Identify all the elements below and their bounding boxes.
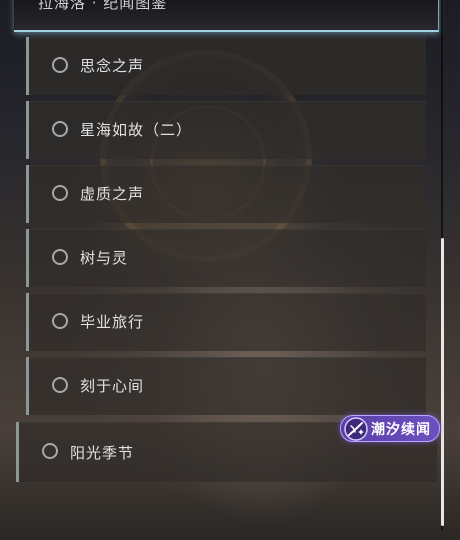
list-item-biye[interactable]: 毕业旅行: [26, 293, 426, 351]
list-item-label: 树与灵: [80, 249, 129, 267]
radio-icon[interactable]: [42, 443, 58, 459]
list-item-sinian[interactable]: 思念之声: [26, 37, 426, 95]
tidal-news-badge[interactable]: 潮汐续闻: [340, 415, 440, 442]
radio-icon[interactable]: [52, 249, 68, 265]
radio-icon[interactable]: [52, 377, 68, 393]
list-item-keyu[interactable]: 刻于心间: [26, 357, 426, 415]
tidal-sparkle-icon: [344, 417, 368, 441]
radio-icon[interactable]: [52, 121, 68, 137]
list-item-label: 思念之声: [80, 57, 145, 75]
radio-icon[interactable]: [52, 313, 68, 329]
chronicle-panel: 拉海洛 · 纪闻图鉴 思念之声 星海如故（二） 虚质之声 树与灵 毕业旅行 刻于…: [0, 0, 460, 540]
list-item-label: 毕业旅行: [80, 313, 145, 331]
list-item-label: 刻于心间: [80, 377, 145, 395]
section-title: 拉海洛 · 纪闻图鉴: [38, 0, 168, 12]
list-item-label: 阳光季节: [70, 444, 135, 462]
scrollbar-thumb[interactable]: [441, 238, 444, 526]
list-item-label: 虚质之声: [80, 185, 145, 203]
section-header[interactable]: 拉海洛 · 纪闻图鉴: [14, 0, 439, 32]
list-item-xuzhi[interactable]: 虚质之声: [26, 165, 426, 223]
list-item-shuyuling[interactable]: 树与灵: [26, 229, 426, 287]
badge-label: 潮汐续闻: [371, 422, 431, 438]
list-item-xinghai[interactable]: 星海如故（二）: [26, 101, 426, 159]
radio-icon[interactable]: [52, 185, 68, 201]
radio-icon[interactable]: [52, 57, 68, 73]
list-item-label: 星海如故（二）: [80, 121, 193, 139]
